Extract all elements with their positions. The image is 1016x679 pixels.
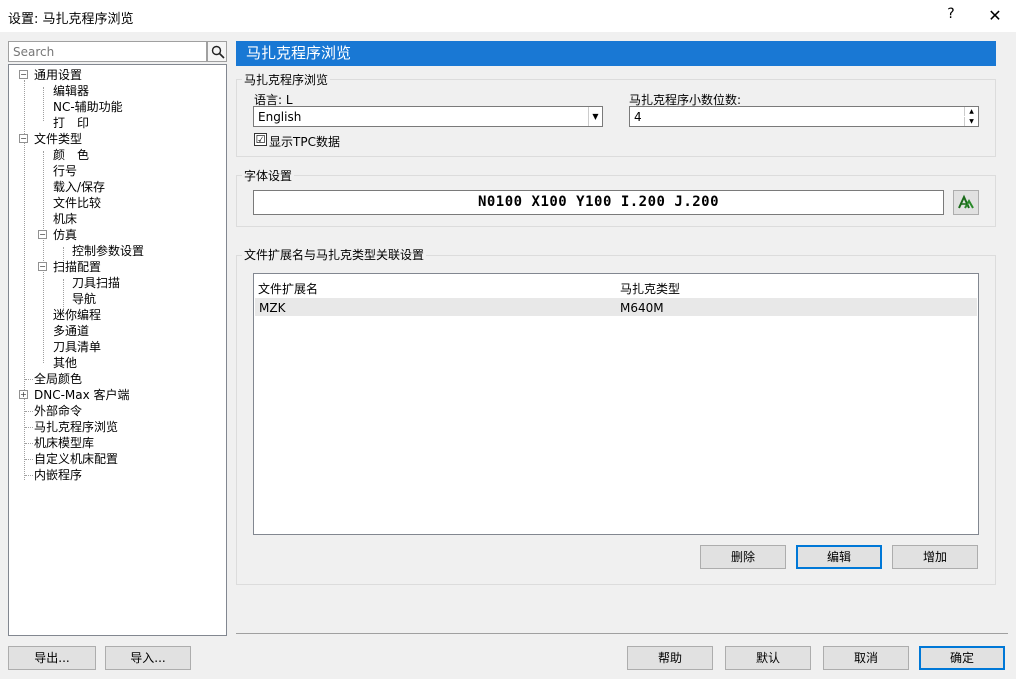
language-select[interactable]: English ▼ [253, 106, 603, 127]
tpc-label: 显示TPC数据 [269, 135, 340, 149]
tree-item-control-params[interactable]: 控制参数设置 [72, 243, 144, 259]
tree-item-simulation[interactable]: 仿真 [53, 227, 77, 243]
spin-down-icon[interactable]: ▼ [964, 117, 978, 126]
tpc-checkbox[interactable]: ☑ [254, 133, 267, 146]
title-bar: 设置: 马扎克程序浏览 ? ✕ [0, 0, 1016, 32]
tree-item-other[interactable]: 其他 [53, 355, 77, 371]
font-icon [958, 194, 974, 209]
search-icon [211, 45, 225, 59]
tree-item-machine-model-lib[interactable]: 机床模型库 [34, 435, 94, 451]
export-button[interactable]: 导出... [8, 646, 96, 670]
collapse-icon[interactable]: − [38, 262, 47, 271]
tree-item-multichannel[interactable]: 多通道 [53, 323, 89, 339]
language-value: English [258, 110, 302, 124]
delete-button[interactable]: 删除 [700, 545, 786, 569]
close-icon[interactable]: ✕ [986, 6, 1004, 25]
tree-item-line-numbers[interactable]: 行号 [53, 163, 77, 179]
tree-item-navigation[interactable]: 导航 [72, 291, 96, 307]
add-button[interactable]: 增加 [892, 545, 978, 569]
tree-item-global-colors[interactable]: 全局颜色 [34, 371, 82, 387]
tree-item-machine[interactable]: 机床 [53, 211, 77, 227]
panel-title: 马扎克程序浏览 [236, 41, 996, 66]
window-title: 设置: 马扎克程序浏览 [8, 12, 134, 27]
import-button[interactable]: 导入... [105, 646, 191, 670]
search-input[interactable] [8, 41, 207, 62]
font-preview: N0100 X100 Y100 I.200 J.200 [253, 190, 944, 215]
tree-item-dnc-max-client[interactable]: DNC-Max 客户端 [34, 387, 130, 403]
tree-item-mini-programming[interactable]: 迷你编程 [53, 307, 101, 323]
assoc-group-label: 文件扩展名与马扎克类型关联设置 [242, 246, 427, 263]
tree-item-print[interactable]: 打 印 [53, 115, 89, 131]
column-header-extension[interactable]: 文件扩展名 [258, 280, 318, 297]
font-group-label: 字体设置 [242, 167, 295, 184]
tree-item-nc-assist[interactable]: NC-辅助功能 [53, 99, 123, 115]
table-row[interactable]: MZK M640M [255, 298, 977, 316]
cancel-button[interactable]: 取消 [823, 646, 909, 670]
ok-button[interactable]: 确定 [919, 646, 1005, 670]
tree-item-scan-config[interactable]: 扫描配置 [53, 259, 101, 275]
cell-mazak-type: M640M [620, 301, 664, 315]
help-button[interactable]: 帮助 [627, 646, 713, 670]
footer-separator [236, 633, 1008, 634]
tree-item-general[interactable]: 通用设置 [34, 67, 82, 83]
assoc-table[interactable]: 文件扩展名 马扎克类型 MZK M640M [253, 273, 979, 535]
browse-group-label: 马扎克程序浏览 [242, 71, 331, 88]
tree-item-tool-scan[interactable]: 刀具扫描 [72, 275, 120, 291]
help-icon[interactable]: ? [944, 6, 958, 22]
collapse-icon[interactable]: − [19, 134, 28, 143]
tree-item-file-types[interactable]: 文件类型 [34, 131, 82, 147]
tree-item-file-compare[interactable]: 文件比较 [53, 195, 101, 211]
tree-item-external-commands[interactable]: 外部命令 [34, 403, 82, 419]
collapse-icon[interactable]: − [38, 230, 47, 239]
tree-item-tool-list[interactable]: 刀具清单 [53, 339, 101, 355]
edit-button[interactable]: 编辑 [796, 545, 882, 569]
collapse-icon[interactable]: − [19, 70, 28, 79]
expand-icon[interactable]: + [19, 390, 28, 399]
spin-up-icon[interactable]: ▲ [964, 107, 978, 116]
tree-item-colors[interactable]: 颜 色 [53, 147, 89, 163]
chevron-down-icon[interactable]: ▼ [588, 107, 602, 126]
tree-item-embedded-programs[interactable]: 内嵌程序 [34, 467, 82, 483]
tree-item-custom-machine-config[interactable]: 自定义机床配置 [34, 451, 118, 467]
cell-extension: MZK [259, 301, 286, 315]
column-header-mazak-type[interactable]: 马扎克类型 [620, 280, 680, 297]
search-button[interactable] [207, 41, 227, 62]
tree-item-load-save[interactable]: 载入/保存 [53, 179, 105, 195]
decimals-stepper[interactable]: 4 ▲ ▼ [629, 106, 979, 127]
tree-item-mazak-browser[interactable]: 马扎克程序浏览 [34, 419, 118, 435]
decimals-value: 4 [634, 110, 642, 124]
font-picker-button[interactable] [953, 190, 979, 215]
settings-tree[interactable]: − 通用设置 编辑器 NC-辅助功能 打 印 − 文件类型 颜 色 行号 载入/… [8, 64, 227, 636]
default-button[interactable]: 默认 [725, 646, 811, 670]
tree-item-editor[interactable]: 编辑器 [53, 83, 89, 99]
